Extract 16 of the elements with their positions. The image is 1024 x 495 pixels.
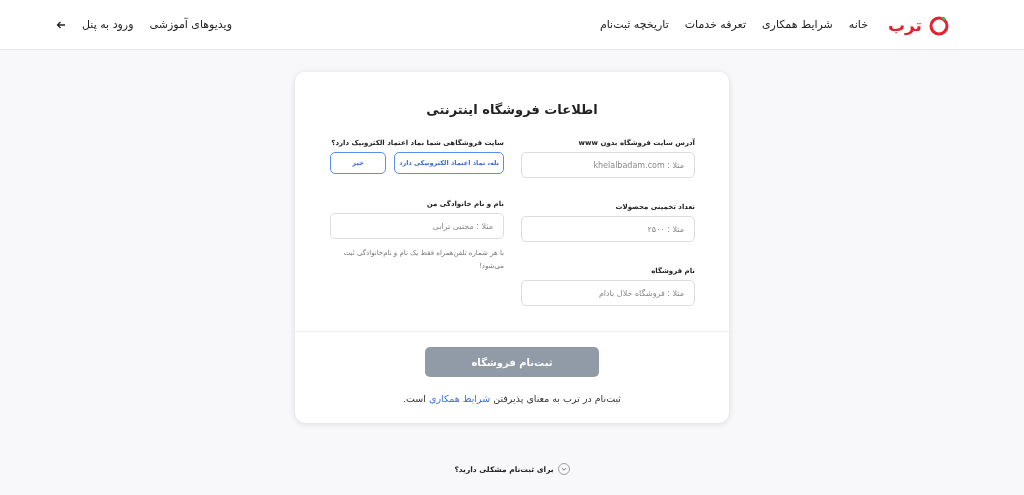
nav-link[interactable]: تاریخچه ثبت‌نام [599, 18, 669, 31]
nav-link[interactable]: شرایط همکاری [761, 18, 833, 31]
nav-link[interactable]: تعرفه خدمات [684, 18, 746, 31]
form-title: اطلاعات فروشگاه اینترنتی [425, 102, 599, 117]
logo-text[interactable]: ترب [887, 14, 922, 35]
back-arrow-icon[interactable] [56, 19, 66, 30]
chevron-down-icon[interactable] [557, 463, 570, 475]
nav-link[interactable]: خانه [848, 18, 868, 31]
input-field[interactable]: مثلا : مجتبی ترابی [330, 213, 504, 239]
terms-link[interactable]: شرایط همکاری [429, 393, 491, 404]
terms-note: ثبت‌نام در ترب به معنای پذیرفتن شرایط همکاری است. [403, 393, 621, 404]
nav-link[interactable]: ورود به پنل [82, 18, 134, 31]
input-field[interactable]: مثلا : ۲۵۰۰ [521, 216, 695, 242]
input-field[interactable]: مثلا : فروشگاه خلال بادام [521, 280, 695, 306]
nav-link[interactable]: ویدیوهای آموزشی [149, 18, 232, 31]
input-field[interactable]: مثلا : khelalbadam.com [521, 152, 695, 178]
